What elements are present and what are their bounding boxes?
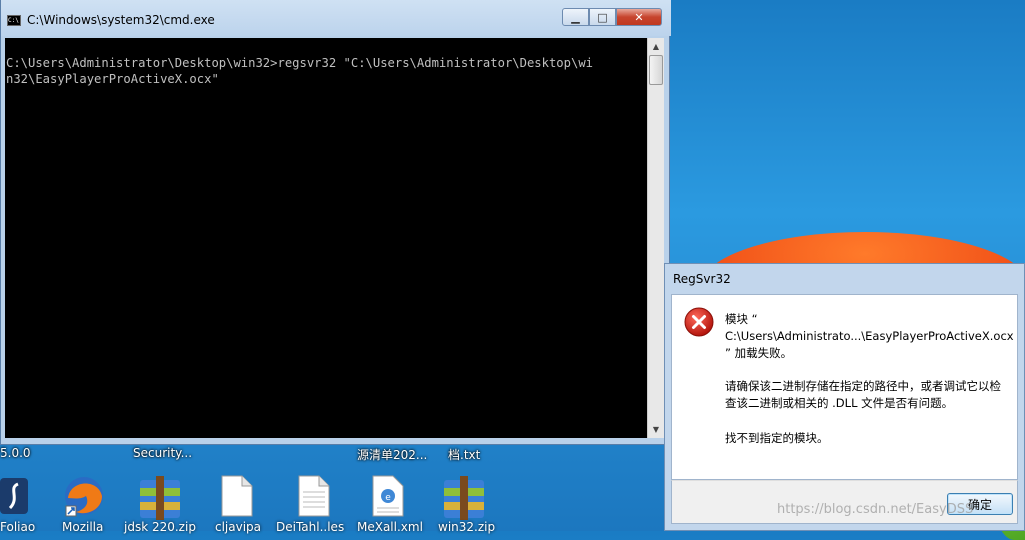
message-line: ” 加载失败。 bbox=[725, 346, 793, 360]
cmd-window[interactable]: C:\ C:\Windows\system32\cmd.exe ▁ □ ✕ C:… bbox=[0, 0, 671, 445]
xml-file-icon[interactable]: e bbox=[371, 474, 415, 524]
scroll-up-arrow-icon[interactable]: ▲ bbox=[648, 38, 664, 54]
message-line: 请确保该二进制存储在指定的路径中，或者调试它以检 bbox=[725, 379, 1001, 393]
close-icon: ✕ bbox=[634, 10, 644, 24]
message-line: 模块 “ bbox=[725, 312, 758, 326]
watermark-text: https://blog.csdn.net/EasyDSS bbox=[777, 502, 974, 517]
cmd-titlebar[interactable]: C:\ C:\Windows\system32\cmd.exe ▁ □ ✕ bbox=[1, 0, 671, 36]
dialog-message-area: 模块 “ C:\Users\Administrato...\EasyPlayer… bbox=[671, 294, 1018, 480]
desktop-label[interactable]: jdsk 220.zip bbox=[124, 520, 196, 534]
cmd-app-icon-label: C:\ bbox=[8, 17, 19, 24]
message-line: 找不到指定的模块。 bbox=[725, 431, 829, 445]
error-icon bbox=[684, 307, 714, 337]
dialog-title: RegSvr32 bbox=[673, 272, 731, 286]
console-output[interactable]: C:\Users\Administrator\Desktop\win32>reg… bbox=[5, 38, 647, 438]
desktop-label[interactable]: 5.0.0 bbox=[0, 446, 31, 460]
desktop-label[interactable]: MeXall.xml bbox=[357, 520, 423, 534]
winrar-zip-icon[interactable] bbox=[138, 474, 182, 524]
minimize-icon: ▁ bbox=[571, 10, 580, 24]
maximize-icon: □ bbox=[597, 10, 608, 24]
desktop-label[interactable]: cljavipa bbox=[215, 520, 261, 534]
desktop-label[interactable]: 档.txt bbox=[448, 446, 480, 463]
vertical-scrollbar[interactable]: ▲ ▼ bbox=[647, 38, 664, 438]
minimize-button[interactable]: ▁ bbox=[562, 8, 589, 26]
desktop-label[interactable]: Foliao bbox=[0, 520, 35, 534]
window-title: C:\Windows\system32\cmd.exe bbox=[27, 13, 215, 27]
desktop-label[interactable]: Security... bbox=[133, 446, 192, 460]
winrar-zip-icon[interactable] bbox=[442, 474, 486, 524]
desktop-label[interactable]: 源清单202... bbox=[357, 446, 427, 463]
svg-text:e: e bbox=[385, 493, 391, 503]
message-line: 查该二进制或相关的 .DLL 文件是否有问题。 bbox=[725, 396, 954, 410]
text-file-icon[interactable] bbox=[297, 474, 341, 524]
scrollbar-thumb[interactable] bbox=[649, 55, 663, 85]
message-line: C:\Users\Administrato...\EasyPlayerProAc… bbox=[725, 329, 1014, 343]
desktop-label[interactable]: DeiTahl..les bbox=[276, 520, 344, 534]
desktop-label[interactable]: win32.zip bbox=[438, 520, 495, 534]
blank-file-icon[interactable] bbox=[220, 474, 264, 524]
desktop-app-icon[interactable] bbox=[0, 474, 44, 524]
maximize-button[interactable]: □ bbox=[589, 8, 616, 26]
scroll-down-arrow-icon[interactable]: ▼ bbox=[648, 421, 664, 437]
regsvr32-dialog[interactable]: RegSvr32 模块 “ C:\Users\Administrato...\E… bbox=[664, 263, 1025, 531]
desktop-label[interactable]: Mozilla bbox=[62, 520, 103, 534]
firefox-icon[interactable] bbox=[62, 474, 106, 524]
cmd-app-icon[interactable]: C:\ bbox=[7, 15, 21, 26]
close-button[interactable]: ✕ bbox=[616, 8, 662, 26]
